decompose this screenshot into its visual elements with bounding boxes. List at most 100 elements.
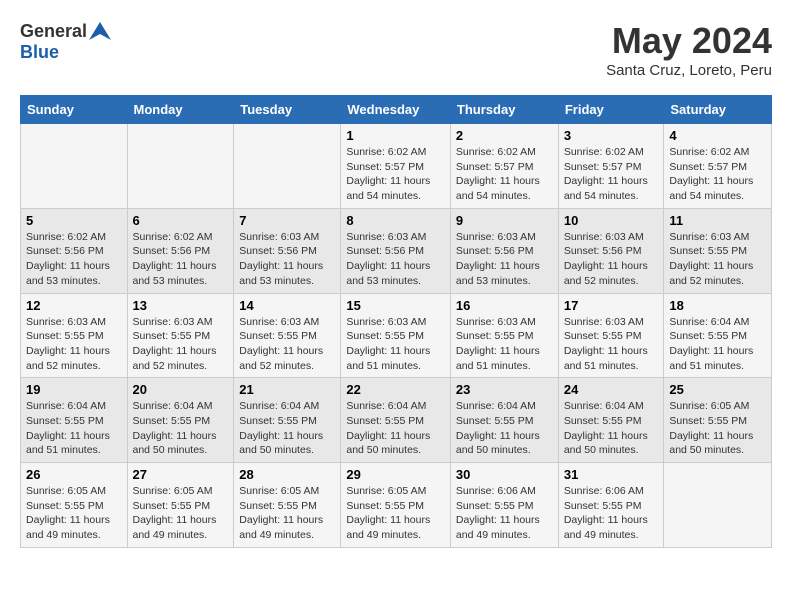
logo-general: General [20,21,87,42]
day-number: 24 [564,382,659,397]
calendar-cell: 18 Sunrise: 6:04 AMSunset: 5:55 PMDayligh… [664,293,772,378]
header-tuesday: Tuesday [234,96,341,124]
day-number: 25 [669,382,766,397]
day-info: Sunrise: 6:05 AMSunset: 5:55 PMDaylight:… [239,484,335,543]
day-info: Sunrise: 6:02 AMSunset: 5:57 PMDaylight:… [564,145,659,204]
header-thursday: Thursday [450,96,558,124]
day-info: Sunrise: 6:02 AMSunset: 5:57 PMDaylight:… [346,145,445,204]
calendar-cell: 1 Sunrise: 6:02 AMSunset: 5:57 PMDaylight… [341,124,451,209]
day-number: 1 [346,128,445,143]
day-info: Sunrise: 6:02 AMSunset: 5:57 PMDaylight:… [669,145,766,204]
day-number: 6 [133,213,229,228]
header-friday: Friday [558,96,664,124]
header-sunday: Sunday [21,96,128,124]
calendar-cell: 14 Sunrise: 6:03 AMSunset: 5:55 PMDayligh… [234,293,341,378]
day-info: Sunrise: 6:05 AMSunset: 5:55 PMDaylight:… [26,484,122,543]
calendar-cell: 7Sunrise: 6:03 AMSunset: 5:56 PMDaylight… [234,208,341,293]
day-info: Sunrise: 6:03 AMSunset: 5:55 PMDaylight:… [564,315,659,374]
day-number: 26 [26,467,122,482]
day-number: 18 [669,298,766,313]
day-info: Sunrise: 6:02 AMSunset: 5:56 PMDaylight:… [26,230,122,289]
calendar-cell: 11Sunrise: 6:03 AMSunset: 5:55 PMDayligh… [664,208,772,293]
day-info: Sunrise: 6:03 AMSunset: 5:56 PMDaylight:… [456,230,553,289]
day-number: 12 [26,298,122,313]
day-number: 19 [26,382,122,397]
day-info: Sunrise: 6:03 AMSunset: 5:56 PMDaylight:… [239,230,335,289]
day-number: 16 [456,298,553,313]
day-number: 21 [239,382,335,397]
day-info: Sunrise: 6:06 AMSunset: 5:55 PMDaylight:… [564,484,659,543]
calendar-cell: 13 Sunrise: 6:03 AMSunset: 5:55 PMDayligh… [127,293,234,378]
day-info: Sunrise: 6:06 AMSunset: 5:55 PMDaylight:… [456,484,553,543]
day-number: 23 [456,382,553,397]
title-section: May 2024 Santa Cruz, Loreto, Peru [606,20,772,79]
calendar-cell: 22 Sunrise: 6:04 AMSunset: 5:55 PMDayligh… [341,378,451,463]
calendar-cell: 8Sunrise: 6:03 AMSunset: 5:56 PMDaylight… [341,208,451,293]
calendar-cell: 19 Sunrise: 6:04 AMSunset: 5:55 PMDayligh… [21,378,128,463]
day-info: Sunrise: 6:02 AMSunset: 5:57 PMDaylight:… [456,145,553,204]
day-info: Sunrise: 6:03 AMSunset: 5:55 PMDaylight:… [239,315,335,374]
day-info: Sunrise: 6:04 AMSunset: 5:55 PMDaylight:… [669,315,766,374]
calendar-cell: 5 Sunrise: 6:02 AMSunset: 5:56 PMDaylight… [21,208,128,293]
day-info: Sunrise: 6:03 AMSunset: 5:55 PMDaylight:… [26,315,122,374]
day-info: Sunrise: 6:02 AMSunset: 5:56 PMDaylight:… [133,230,229,289]
day-info: Sunrise: 6:03 AMSunset: 5:55 PMDaylight:… [346,315,445,374]
location: Santa Cruz, Loreto, Peru [606,62,772,79]
calendar-cell: 25 Sunrise: 6:05 AMSunset: 5:55 PMDayligh… [664,378,772,463]
calendar-cell: 28 Sunrise: 6:05 AMSunset: 5:55 PMDayligh… [234,463,341,548]
calendar-cell: 21 Sunrise: 6:04 AMSunset: 5:55 PMDayligh… [234,378,341,463]
calendar-cell: 17 Sunrise: 6:03 AMSunset: 5:55 PMDayligh… [558,293,664,378]
calendar-cell: 6 Sunrise: 6:02 AMSunset: 5:56 PMDaylight… [127,208,234,293]
header-wednesday: Wednesday [341,96,451,124]
calendar-cell [234,124,341,209]
calendar-cell: 29Sunrise: 6:05 AMSunset: 5:55 PMDayligh… [341,463,451,548]
header-monday: Monday [127,96,234,124]
day-number: 8 [346,213,445,228]
day-info: Sunrise: 6:03 AMSunset: 5:55 PMDaylight:… [669,230,766,289]
calendar-cell: 2 Sunrise: 6:02 AMSunset: 5:57 PMDaylight… [450,124,558,209]
day-info: Sunrise: 6:05 AMSunset: 5:55 PMDaylight:… [346,484,445,543]
day-number: 28 [239,467,335,482]
day-info: Sunrise: 6:05 AMSunset: 5:55 PMDaylight:… [669,399,766,458]
day-number: 22 [346,382,445,397]
logo-bird-icon [89,20,111,42]
day-number: 20 [133,382,229,397]
calendar-cell: 26 Sunrise: 6:05 AMSunset: 5:55 PMDayligh… [21,463,128,548]
week-row-1: 5 Sunrise: 6:02 AMSunset: 5:56 PMDaylight… [21,208,772,293]
day-info: Sunrise: 6:03 AMSunset: 5:55 PMDaylight:… [456,315,553,374]
calendar-body: 1 Sunrise: 6:02 AMSunset: 5:57 PMDaylight… [21,124,772,548]
header-saturday: Saturday [664,96,772,124]
calendar-cell: 3Sunrise: 6:02 AMSunset: 5:57 PMDaylight… [558,124,664,209]
calendar-cell: 9 Sunrise: 6:03 AMSunset: 5:56 PMDaylight… [450,208,558,293]
week-row-0: 1 Sunrise: 6:02 AMSunset: 5:57 PMDaylight… [21,124,772,209]
week-row-3: 19 Sunrise: 6:04 AMSunset: 5:55 PMDayligh… [21,378,772,463]
calendar-cell: 10Sunrise: 6:03 AMSunset: 5:56 PMDayligh… [558,208,664,293]
day-info: Sunrise: 6:03 AMSunset: 5:55 PMDaylight:… [133,315,229,374]
day-number: 10 [564,213,659,228]
day-number: 15 [346,298,445,313]
calendar-cell: 30 Sunrise: 6:06 AMSunset: 5:55 PMDayligh… [450,463,558,548]
day-number: 27 [133,467,229,482]
calendar-cell: 24Sunrise: 6:04 AMSunset: 5:55 PMDayligh… [558,378,664,463]
page-header: General Blue May 2024 Santa Cruz, Loreto… [20,20,772,79]
calendar-cell [664,463,772,548]
day-info: Sunrise: 6:04 AMSunset: 5:55 PMDaylight:… [346,399,445,458]
day-number: 5 [26,213,122,228]
day-number: 31 [564,467,659,482]
calendar-table: SundayMondayTuesdayWednesdayThursdayFrid… [20,95,772,548]
day-number: 2 [456,128,553,143]
week-row-4: 26 Sunrise: 6:05 AMSunset: 5:55 PMDayligh… [21,463,772,548]
day-number: 30 [456,467,553,482]
calendar-cell: 27 Sunrise: 6:05 AMSunset: 5:55 PMDayligh… [127,463,234,548]
week-row-2: 12 Sunrise: 6:03 AMSunset: 5:55 PMDayligh… [21,293,772,378]
day-info: Sunrise: 6:04 AMSunset: 5:55 PMDaylight:… [239,399,335,458]
day-number: 14 [239,298,335,313]
calendar-cell [21,124,128,209]
day-number: 13 [133,298,229,313]
day-number: 17 [564,298,659,313]
day-info: Sunrise: 6:04 AMSunset: 5:55 PMDaylight:… [26,399,122,458]
day-info: Sunrise: 6:05 AMSunset: 5:55 PMDaylight:… [133,484,229,543]
calendar-cell: 20Sunrise: 6:04 AMSunset: 5:55 PMDayligh… [127,378,234,463]
month-title: May 2024 [606,20,772,62]
day-number: 9 [456,213,553,228]
